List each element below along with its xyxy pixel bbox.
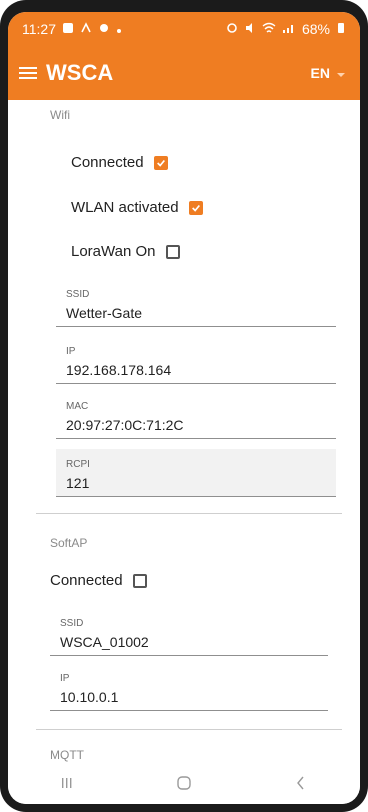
wifi-ssid-field[interactable]: SSID Wetter-Gate bbox=[56, 279, 336, 327]
notification-icon bbox=[98, 21, 110, 37]
lorawan-label: LoraWan On bbox=[71, 243, 156, 260]
back-icon[interactable] bbox=[281, 771, 321, 795]
notification-icon bbox=[62, 21, 74, 37]
softap-ssid-value: WSCA_01002 bbox=[60, 634, 149, 650]
mute-icon bbox=[244, 21, 256, 37]
softap-ip-label: IP bbox=[60, 673, 70, 684]
wifi-connected-label: Connected bbox=[71, 154, 144, 171]
wifi-rcpi-field[interactable]: RCPI 121 bbox=[56, 449, 336, 497]
app-bar: WSCA EN bbox=[8, 46, 360, 100]
language-selector[interactable]: EN bbox=[311, 65, 346, 81]
recent-apps-icon[interactable] bbox=[47, 771, 87, 795]
softap-ip-field[interactable]: IP 10.10.0.1 bbox=[50, 663, 328, 711]
app-screen: 11:27 68% WSCA EN Wifi Connected WLAN ac… bbox=[8, 12, 360, 804]
status-time: 11:27 bbox=[22, 21, 56, 37]
wlan-activated-label: WLAN activated bbox=[71, 199, 179, 216]
wlan-activated-row[interactable]: WLAN activated bbox=[71, 199, 203, 216]
signal-icon bbox=[282, 21, 296, 37]
alarm-icon bbox=[226, 21, 238, 37]
dot-icon bbox=[116, 21, 122, 37]
softap-ip-value: 10.10.0.1 bbox=[60, 689, 119, 705]
checkmark-icon bbox=[191, 204, 200, 212]
wifi-icon bbox=[262, 21, 276, 37]
wifi-mac-label: MAC bbox=[66, 401, 89, 412]
settings-content: Wifi Connected WLAN activated LoraWan On… bbox=[8, 100, 360, 762]
lorawan-row[interactable]: LoraWan On bbox=[71, 243, 180, 260]
wifi-ip-value: 192.168.178.164 bbox=[66, 362, 172, 378]
battery-percentage: 68% bbox=[301, 21, 330, 37]
wifi-mac-value: 20:97:27:0C:71:2C bbox=[66, 417, 184, 433]
wifi-rcpi-value: 121 bbox=[66, 475, 90, 491]
wifi-connected-checkbox[interactable] bbox=[153, 155, 168, 170]
phone-frame: 11:27 68% WSCA EN Wifi Connected WLAN ac… bbox=[0, 0, 368, 812]
chevron-down-icon bbox=[336, 65, 346, 81]
checkmark-icon bbox=[156, 159, 165, 167]
app-title: WSCA bbox=[46, 60, 114, 85]
wlan-activated-checkbox[interactable] bbox=[188, 200, 203, 215]
section-label-wifi: Wifi bbox=[50, 108, 70, 122]
softap-connected-checkbox[interactable] bbox=[132, 573, 147, 588]
menu-icon[interactable] bbox=[16, 61, 40, 85]
section-label-softap: SoftAP bbox=[50, 536, 88, 550]
battery-icon bbox=[336, 21, 346, 37]
softap-connected-label: Connected bbox=[50, 572, 123, 589]
softap-ssid-label: SSID bbox=[60, 618, 84, 629]
status-bar: 11:27 68% bbox=[8, 12, 360, 46]
wifi-rcpi-label: RCPI bbox=[66, 459, 90, 470]
wifi-mac-field[interactable]: MAC 20:97:27:0C:71:2C bbox=[56, 391, 336, 439]
wifi-ip-field[interactable]: IP 192.168.178.164 bbox=[56, 336, 336, 384]
system-nav-bar bbox=[8, 762, 360, 804]
section-label-mqtt: MQTT bbox=[50, 748, 84, 762]
section-divider bbox=[36, 513, 342, 514]
lorawan-checkbox[interactable] bbox=[165, 244, 180, 259]
section-divider bbox=[36, 729, 342, 730]
notification-icon bbox=[80, 21, 92, 37]
language-label: EN bbox=[310, 65, 330, 81]
wifi-ssid-value: Wetter-Gate bbox=[66, 305, 142, 321]
wifi-connected-row[interactable]: Connected bbox=[71, 154, 168, 171]
wifi-ssid-label: SSID bbox=[66, 289, 90, 300]
wifi-ip-label: IP bbox=[66, 346, 76, 357]
softap-ssid-field[interactable]: SSID WSCA_01002 bbox=[50, 608, 328, 656]
home-icon[interactable] bbox=[164, 771, 204, 795]
softap-connected-row[interactable]: Connected bbox=[50, 572, 147, 589]
